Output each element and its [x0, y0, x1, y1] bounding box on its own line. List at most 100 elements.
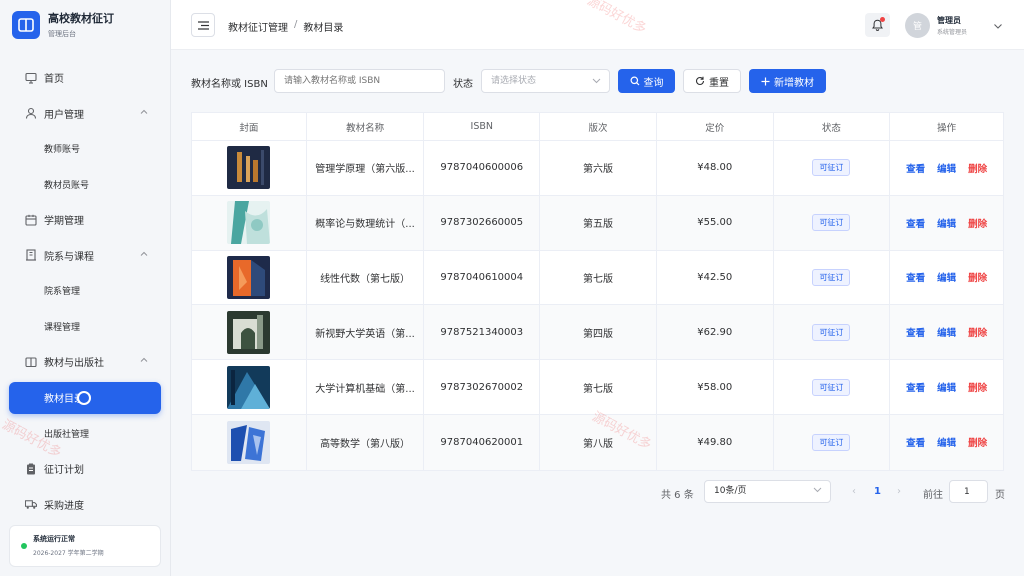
brand-subtitle: 管理后台 [48, 29, 76, 38]
page-size-select[interactable]: 10条/页 [704, 480, 831, 503]
textbook-table: 封面 教材名称 ISBN 版次 定价 状态 操作 管理学原理（第六版... 97… [191, 112, 1004, 471]
page-number-current[interactable]: 1 [874, 486, 881, 497]
breadcrumb-item[interactable]: 教材征订管理 [228, 19, 288, 34]
column-header: 教材名称 [307, 113, 425, 140]
sidebar-item-terms[interactable]: 学期管理 [0, 202, 170, 238]
delete-button[interactable]: 删除 [968, 435, 987, 449]
sidebar-item-clerk-accounts[interactable]: 教材员账号 [0, 167, 170, 203]
isbn: 9787302660005 [424, 195, 541, 250]
status-select[interactable]: 请选择状态 [481, 69, 610, 93]
sidebar-nav: 首页 用户管理 教师账号 教材员账号 学期管理 院系与课程 院系管理 课程管理 … [0, 60, 170, 522]
textbook-name: 新视野大学英语（第... [307, 305, 425, 360]
prev-page-button[interactable]: ‹ [852, 486, 856, 497]
delete-button[interactable]: 删除 [968, 161, 987, 175]
page-size-value: 10条/页 [714, 486, 747, 496]
textbook-name: 大学计算机基础（第... [307, 360, 425, 414]
sidebar-item-home[interactable]: 首页 [0, 60, 170, 96]
sidebar-item-departments[interactable]: 院系管理 [0, 273, 170, 309]
search-button[interactable]: 查询 [618, 69, 675, 93]
status-badge: 可征订 [812, 159, 851, 177]
sidebar-item-label: 教师账号 [44, 145, 81, 156]
sidebar-item-textbook-catalog[interactable]: 教材目录 [9, 381, 161, 414]
sidebar-item-users[interactable]: 用户管理 [0, 96, 170, 132]
edit-button[interactable]: 编辑 [937, 270, 956, 284]
page-unit-label: 页 [995, 490, 1005, 501]
brand[interactable]: 高校教材征订 管理后台 [0, 0, 170, 50]
edit-button[interactable]: 编辑 [937, 325, 956, 339]
edit-button[interactable]: 编辑 [937, 435, 956, 449]
column-header: 封面 [192, 113, 307, 140]
delete-button[interactable]: 删除 [968, 380, 987, 394]
sidebar-item-label: 采购进度 [44, 500, 84, 512]
next-page-button[interactable]: › [897, 486, 901, 497]
edition: 第七版 [540, 250, 657, 305]
view-button[interactable]: 查看 [906, 270, 925, 284]
delete-button[interactable]: 删除 [968, 325, 987, 339]
search-icon [630, 76, 639, 86]
status-dot-icon [21, 543, 27, 549]
table-row: 线性代数（第七版） 9787040610004 第七版 ¥42.50 可征订 查… [192, 250, 1003, 306]
sidebar-item-textbooks-publishers[interactable]: 教材与出版社 [0, 344, 170, 380]
calendar-icon [25, 214, 37, 226]
column-header: ISBN [424, 113, 541, 140]
sidebar-item-label: 用户管理 [44, 109, 84, 121]
sidebar-item-departments-courses[interactable]: 院系与课程 [0, 238, 170, 274]
price: ¥58.00 [657, 360, 774, 414]
sidebar-item-label: 教材与出版社 [44, 358, 104, 370]
brand-title: 高校教材征订 [48, 11, 114, 25]
table-row: 大学计算机基础（第... 9787302670002 第七版 ¥58.00 可征… [192, 360, 1003, 415]
column-header: 状态 [774, 113, 891, 140]
goto-page-input[interactable] [949, 480, 988, 503]
view-button[interactable]: 查看 [906, 216, 925, 230]
edit-button[interactable]: 编辑 [937, 161, 956, 175]
isbn: 9787040620001 [424, 414, 541, 470]
isbn: 9787302670002 [424, 360, 541, 414]
menu-toggle-button[interactable] [191, 13, 215, 37]
sidebar-item-label: 教材员账号 [44, 180, 90, 191]
current-term: 2026-2027 学年第二学期 [33, 550, 104, 557]
reset-button[interactable]: 重置 [683, 69, 741, 93]
status-badge: 可征订 [812, 323, 851, 341]
table-row: 管理学原理（第六版... 9787040600006 第六版 ¥48.00 可征… [192, 141, 1003, 196]
sidebar-item-publishers[interactable]: 出版社管理 [0, 416, 170, 452]
view-button[interactable]: 查看 [906, 161, 925, 175]
edition: 第四版 [540, 305, 657, 360]
sidebar-item-order-plans[interactable]: 征订计划 [0, 451, 170, 487]
notification-button[interactable] [865, 13, 890, 37]
menu-icon [197, 20, 209, 30]
column-header: 操作 [937, 122, 957, 134]
sidebar-item-label: 课程管理 [44, 322, 81, 333]
price: ¥55.00 [657, 195, 774, 250]
name-isbn-input[interactable] [274, 69, 445, 93]
book-logo-icon [12, 11, 40, 39]
system-status-card: 系统运行正常 2026-2027 学年第二学期 [9, 525, 161, 567]
isbn: 9787040610004 [424, 250, 541, 305]
view-button[interactable]: 查看 [906, 380, 925, 394]
name-filter-label: 教材名称或 ISBN [191, 79, 268, 90]
sidebar-item-teacher-accounts[interactable]: 教师账号 [0, 131, 170, 167]
textbook-name: 线性代数（第七版） [307, 250, 425, 305]
chevron-down-icon [592, 71, 601, 93]
column-header: 定价 [657, 113, 774, 140]
clipboard-icon [25, 463, 37, 475]
price: ¥42.50 [657, 250, 774, 305]
chevron-up-icon [140, 356, 148, 367]
book-cover-image [227, 420, 271, 464]
filter-bar: 教材名称或 ISBN 状态 请选择状态 查询 重置 新增教材 [191, 69, 891, 93]
avatar[interactable]: 管 [905, 13, 930, 38]
delete-button[interactable]: 删除 [968, 216, 987, 230]
edit-button[interactable]: 编辑 [937, 380, 956, 394]
breadcrumb-item-current: 教材目录 [303, 23, 344, 34]
book-cover-image [227, 255, 271, 299]
sidebar-item-purchase-progress[interactable]: 采购进度 [0, 487, 170, 523]
edit-button[interactable]: 编辑 [937, 216, 956, 230]
view-button[interactable]: 查看 [906, 435, 925, 449]
add-textbook-button[interactable]: 新增教材 [749, 69, 826, 93]
delete-button[interactable]: 删除 [968, 270, 987, 284]
chevron-down-icon[interactable] [993, 20, 1003, 33]
view-button[interactable]: 查看 [906, 325, 925, 339]
breadcrumb: 教材征订管理 / 教材目录 [228, 19, 343, 34]
building-icon [25, 249, 37, 261]
user-name[interactable]: 管理员 [937, 15, 961, 26]
sidebar-item-courses[interactable]: 课程管理 [0, 309, 170, 345]
